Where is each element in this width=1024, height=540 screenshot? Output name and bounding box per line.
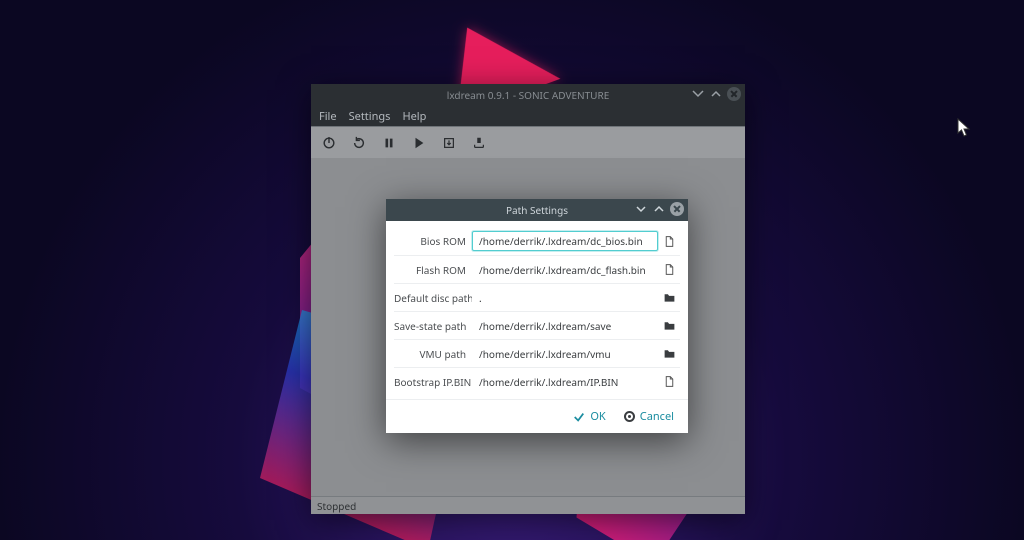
file-picker-icon[interactable] (658, 231, 680, 251)
close-icon[interactable] (727, 87, 741, 101)
path-row-label: Bios ROM (394, 234, 472, 248)
minimize-icon[interactable] (691, 87, 705, 101)
dialog-collapse-icon[interactable] (634, 202, 648, 216)
path-row-input[interactable]: /home/derrik/.lxdream/dc_bios.bin (472, 231, 658, 251)
ok-button-label: OK (590, 409, 605, 424)
dialog-button-bar: OK Cancel (386, 399, 688, 433)
play-icon[interactable] (411, 135, 427, 151)
path-row: VMU path/home/derrik/.lxdream/vmu (394, 339, 680, 367)
pause-icon[interactable] (381, 135, 397, 151)
save-state-icon[interactable] (471, 135, 487, 151)
path-row-label: Save-state path (394, 319, 472, 333)
path-row: Default disc path. (394, 283, 680, 311)
status-text: Stopped (317, 499, 356, 513)
maximize-icon[interactable] (709, 87, 723, 101)
folder-picker-icon[interactable] (658, 316, 680, 336)
file-picker-icon[interactable] (658, 372, 680, 392)
dialog-titlebar[interactable]: Path Settings (386, 199, 688, 221)
path-row-label: Bootstrap IP.BIN (394, 375, 472, 389)
cancel-button[interactable]: Cancel (624, 409, 674, 424)
reset-icon[interactable] (351, 135, 367, 151)
folder-picker-icon[interactable] (658, 344, 680, 364)
power-icon[interactable] (321, 135, 337, 151)
toolbar (311, 126, 745, 158)
menu-file[interactable]: File (319, 109, 337, 124)
path-row-label: Default disc path (394, 291, 472, 305)
status-bar: Stopped (311, 496, 745, 514)
load-state-icon[interactable] (441, 135, 457, 151)
path-row-input[interactable]: /home/derrik/.lxdream/IP.BIN (472, 372, 658, 392)
path-row: Flash ROM/home/derrik/.lxdream/dc_flash.… (394, 255, 680, 283)
menu-bar: File Settings Help (311, 106, 745, 126)
file-picker-icon[interactable] (658, 260, 680, 280)
menu-settings[interactable]: Settings (349, 109, 391, 124)
cancel-icon (624, 411, 635, 422)
main-titlebar[interactable]: lxdream 0.9.1 - SONIC ADVENTURE (311, 84, 745, 106)
path-row-label: VMU path (394, 347, 472, 361)
path-row-label: Flash ROM (394, 263, 472, 277)
dialog-expand-icon[interactable] (652, 202, 666, 216)
cursor-icon (957, 118, 971, 138)
path-settings-dialog: Path Settings Bios ROM/home/derrik/.lxdr… (386, 199, 688, 433)
path-row-input[interactable]: . (472, 288, 658, 308)
cancel-button-label: Cancel (640, 409, 674, 424)
path-row-input[interactable]: /home/derrik/.lxdream/vmu (472, 344, 658, 364)
ok-button[interactable]: OK (573, 409, 605, 424)
path-row-input[interactable]: /home/derrik/.lxdream/save (472, 316, 658, 336)
dialog-close-icon[interactable] (670, 202, 684, 216)
folder-picker-icon[interactable] (658, 288, 680, 308)
path-row: Bios ROM/home/derrik/.lxdream/dc_bios.bi… (394, 227, 680, 255)
path-row: Bootstrap IP.BIN/home/derrik/.lxdream/IP… (394, 367, 680, 395)
path-row: Save-state path/home/derrik/.lxdream/sav… (394, 311, 680, 339)
menu-help[interactable]: Help (402, 109, 426, 124)
dialog-body: Bios ROM/home/derrik/.lxdream/dc_bios.bi… (386, 221, 688, 399)
path-row-input[interactable]: /home/derrik/.lxdream/dc_flash.bin (472, 260, 658, 280)
window-title: lxdream 0.9.1 - SONIC ADVENTURE (311, 88, 745, 102)
